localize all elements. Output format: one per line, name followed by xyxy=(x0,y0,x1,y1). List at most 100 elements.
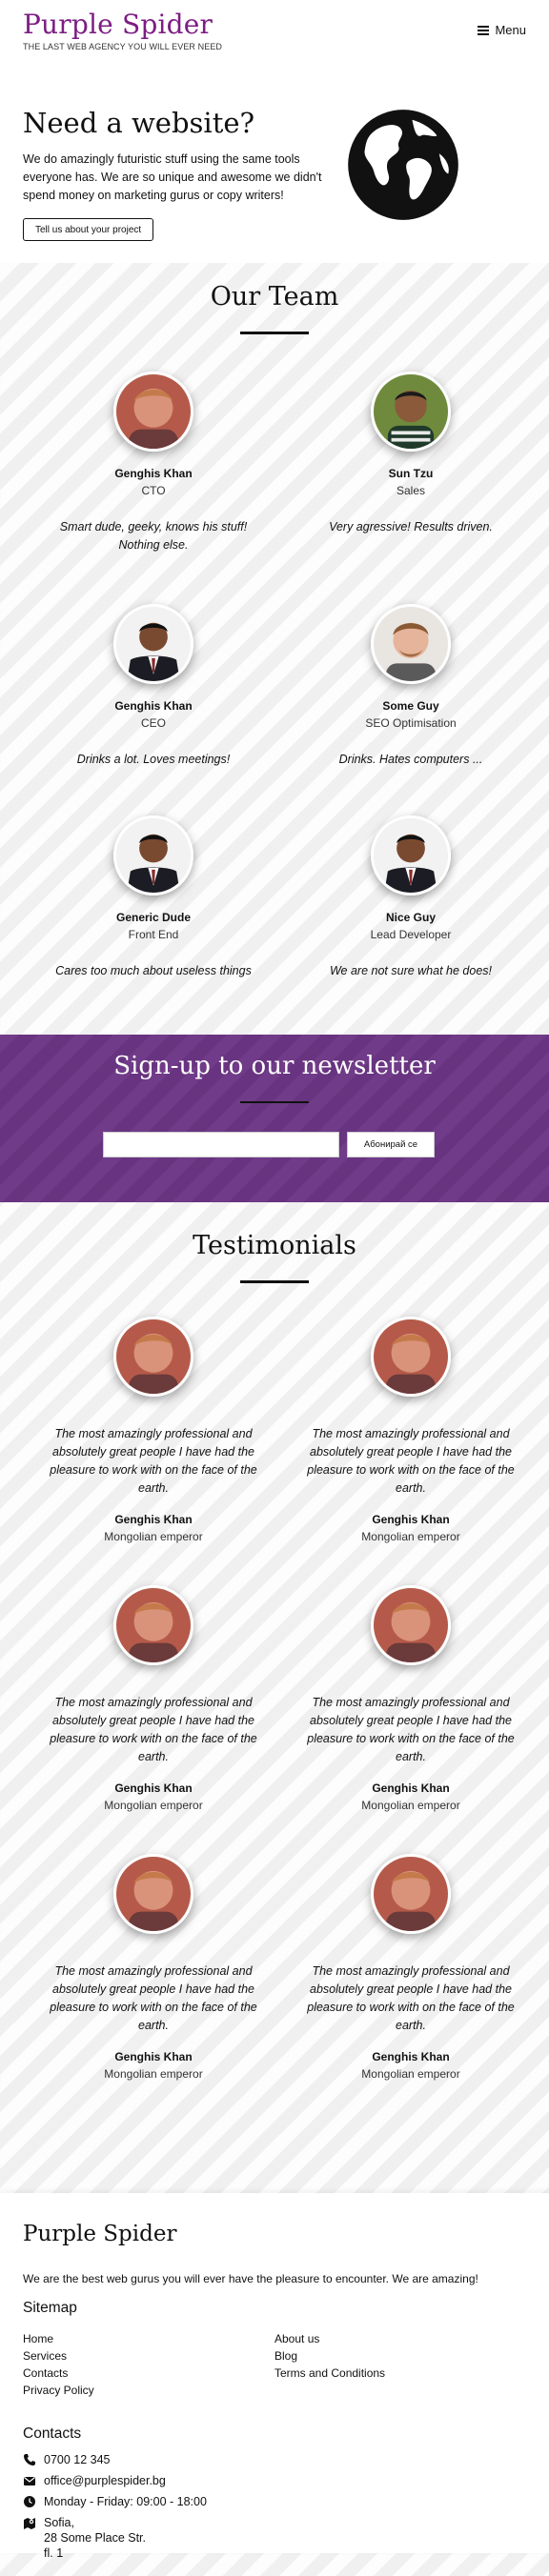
member-name: Genghis Khan xyxy=(114,467,193,480)
member-name: Generic Dude xyxy=(115,911,192,924)
testimonial-name: Genghis Khan xyxy=(372,2050,450,2063)
team-title: Our Team xyxy=(210,282,339,312)
sitemap-link-blog[interactable]: Blog xyxy=(274,2347,385,2365)
member-role: Front End xyxy=(128,928,179,941)
testimonial-quote: The most amazingly professional and abso… xyxy=(307,1696,515,1763)
testimonial-name: Genghis Khan xyxy=(372,1781,450,1795)
member-quote: Very agressive! Results driven. xyxy=(329,520,493,533)
testimonial-photo xyxy=(371,1854,451,1934)
menu-button[interactable]: Menu xyxy=(478,23,526,37)
envelope-icon xyxy=(23,2474,36,2487)
member-quote: Cares too much about useless things xyxy=(55,964,252,977)
title-divider xyxy=(240,1101,309,1103)
testimonial-card: The most amazingly professional and abso… xyxy=(292,1585,530,1812)
testimonial-photo xyxy=(113,1317,193,1397)
member-name: Some Guy xyxy=(382,699,439,713)
project-cta-button[interactable]: Tell us about your project xyxy=(23,218,154,241)
hero-section: Need a website? We do amazingly futurist… xyxy=(0,63,549,263)
testimonial-card: The most amazingly professional and abso… xyxy=(292,1854,530,2081)
address: Sofia, 28 Some Place Str. fl. 1 xyxy=(44,2515,146,2561)
testimonial-role: Mongolian emperor xyxy=(361,2067,460,2081)
contact-address: Sofia, 28 Some Place Str. fl. 1 xyxy=(23,2515,146,2561)
address-line: 28 Some Place Str. xyxy=(44,2531,147,2545)
testimonials-section: Testimonials The most amazingly professi… xyxy=(0,1202,549,2193)
brand-logo[interactable]: Purple Spider THE LAST WEB AGENCY YOU WI… xyxy=(23,9,223,52)
testimonial-role: Mongolian emperor xyxy=(104,1799,203,1812)
testimonials-title: Testimonials xyxy=(193,1231,356,1260)
newsletter-title: Sign-up to our newsletter xyxy=(113,1052,436,1080)
team-section: Our Team Genghis Khan CTO Smart dude, ge… xyxy=(0,263,549,1035)
sitemap-link-contacts[interactable]: Contacts xyxy=(23,2365,94,2382)
member-quote: Drinks. Hates computers ... xyxy=(338,753,483,766)
sitemap-left-column: Home Services Contacts Privacy Policy xyxy=(23,2330,94,2399)
member-photo xyxy=(113,815,193,896)
contact-hours: Monday - Friday: 09:00 - 18:00 xyxy=(23,2494,207,2509)
member-photo xyxy=(371,815,451,896)
team-member: Generic Dude Front End Cares too much ab… xyxy=(34,815,273,980)
team-member: Genghis Khan CTO Smart dude, geeky, know… xyxy=(34,372,273,554)
testimonial-card: The most amazingly professional and abso… xyxy=(34,1854,273,2081)
sitemap-link-terms[interactable]: Terms and Conditions xyxy=(274,2365,385,2382)
member-quote: Drinks a lot. Loves meetings! xyxy=(76,753,231,766)
subscribe-button[interactable]: Абонирай се xyxy=(347,1132,435,1157)
testimonial-card: The most amazingly professional and abso… xyxy=(292,1317,530,1543)
contacts-title: Contacts xyxy=(23,2425,82,2442)
newsletter-email-input[interactable] xyxy=(103,1132,339,1157)
testimonial-role: Mongolian emperor xyxy=(361,1530,460,1543)
clock-icon xyxy=(23,2495,36,2508)
contact-email: office@purplespider.bg xyxy=(23,2473,166,2488)
sitemap-link-privacy[interactable]: Privacy Policy xyxy=(23,2382,94,2399)
testimonial-quote: The most amazingly professional and abso… xyxy=(50,1964,257,2032)
address-line: Sofia, xyxy=(44,2516,74,2529)
testimonial-photo xyxy=(371,1317,451,1397)
testimonial-name: Genghis Khan xyxy=(114,1513,193,1526)
testimonial-photo xyxy=(371,1585,451,1665)
member-role: CEO xyxy=(140,716,166,730)
member-photo xyxy=(113,604,193,684)
address-line: fl. 1 xyxy=(44,2546,64,2560)
footer-title: Purple Spider xyxy=(23,2222,177,2246)
testimonial-role: Mongolian emperor xyxy=(104,1530,203,1543)
hero-title: Need a website? xyxy=(23,107,255,139)
sitemap-right-column: About us Blog Terms and Conditions xyxy=(274,2330,385,2382)
testimonial-quote: The most amazingly professional and abso… xyxy=(307,1964,515,2032)
title-divider xyxy=(240,1280,309,1283)
hero-text: We do amazingly futuristic stuff using t… xyxy=(23,152,322,202)
testimonial-name: Genghis Khan xyxy=(372,1513,450,1526)
testimonial-quote: The most amazingly professional and abso… xyxy=(50,1696,257,1763)
testimonial-role: Mongolian emperor xyxy=(361,1799,460,1812)
member-role: SEO Optimisation xyxy=(365,716,457,730)
brand-tagline: THE LAST WEB AGENCY YOU WILL EVER NEED xyxy=(23,42,223,51)
sitemap-link-services[interactable]: Services xyxy=(23,2347,94,2365)
member-photo xyxy=(113,372,193,452)
sitemap-link-about[interactable]: About us xyxy=(274,2330,385,2347)
member-name: Nice Guy xyxy=(385,911,437,924)
team-member: Genghis Khan CEO Drinks a lot. Loves mee… xyxy=(34,604,273,769)
member-role: Lead Developer xyxy=(370,928,452,941)
member-photo xyxy=(371,372,451,452)
team-member: Sun Tzu Sales Very agressive! Results dr… xyxy=(292,372,530,536)
testimonial-photo xyxy=(113,1854,193,1934)
site-footer: Purple Spider We are the best web gurus … xyxy=(0,2193,549,2560)
member-role: Sales xyxy=(396,484,426,497)
title-divider xyxy=(240,332,309,334)
email-address[interactable]: office@purplespider.bg xyxy=(44,2473,166,2488)
member-name: Genghis Khan xyxy=(114,699,193,713)
sitemap-title: Sitemap xyxy=(23,2300,77,2316)
testimonial-name: Genghis Khan xyxy=(114,2050,193,2063)
testimonial-photo xyxy=(113,1585,193,1665)
team-member: Some Guy SEO Optimisation Drinks. Hates … xyxy=(292,604,530,769)
testimonial-quote: The most amazingly professional and abso… xyxy=(307,1427,515,1495)
brand-title: Purple Spider xyxy=(23,9,214,40)
testimonial-card: The most amazingly professional and abso… xyxy=(34,1317,273,1543)
testimonial-name: Genghis Khan xyxy=(114,1781,193,1795)
member-quote: We are not sure what he does! xyxy=(329,964,492,977)
sitemap-link-home[interactable]: Home xyxy=(23,2330,94,2347)
menu-label: Menu xyxy=(495,23,526,37)
team-member: Nice Guy Lead Developer We are not sure … xyxy=(292,815,530,980)
phone-number[interactable]: 0700 12 345 xyxy=(44,2452,111,2467)
member-name: Sun Tzu xyxy=(388,467,434,480)
phone-icon xyxy=(23,2453,36,2466)
testimonial-quote: The most amazingly professional and abso… xyxy=(50,1427,257,1495)
member-photo xyxy=(371,604,451,684)
